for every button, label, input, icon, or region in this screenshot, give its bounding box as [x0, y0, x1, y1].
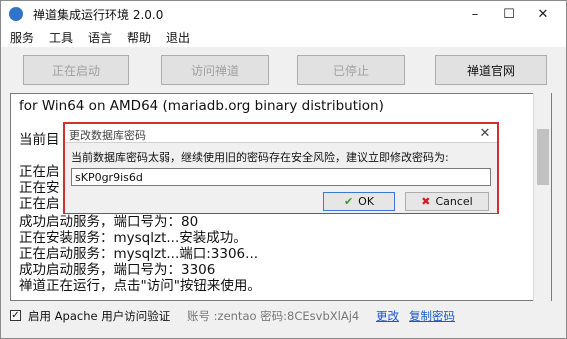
dialog-body: 当前数据库密码太弱，继续使用旧的密码存在安全风险，建议立即修改密码为: ✔ OK… — [65, 142, 497, 213]
dialog-message: 当前数据库密码太弱，继续使用旧的密码存在安全风险，建议立即修改密码为: — [71, 151, 449, 164]
ok-button[interactable]: ✔ OK — [323, 192, 395, 211]
maximize-button[interactable]: ☐ — [492, 1, 526, 27]
cancel-button[interactable]: ✖ Cancel — [405, 192, 489, 211]
app-icon — [9, 7, 23, 21]
menu-bar: 服务 工具 语言 帮助 退出 — [1, 27, 566, 47]
apache-auth-checkbox[interactable]: ✓ — [10, 310, 21, 321]
menu-help[interactable]: 帮助 — [127, 29, 151, 46]
scrollbar-thumb[interactable] — [537, 129, 549, 185]
menu-exit[interactable]: 退出 — [166, 29, 190, 46]
main-window: 禅道集成运行环境 2.0.0 – ☐ ✕ 服务 工具 语言 帮助 退出 正在启动… — [0, 0, 567, 339]
minimize-button[interactable]: – — [458, 1, 492, 27]
dialog-title: 更改数据库密码 — [69, 129, 146, 142]
official-site-button[interactable]: 禅道官网 — [435, 55, 547, 85]
log-line: for Win64 on AMD64 (mariadb.org binary d… — [19, 98, 384, 114]
ok-label: OK — [358, 195, 375, 208]
menu-language[interactable]: 语言 — [88, 29, 112, 46]
log-line: 正在启 — [19, 196, 60, 212]
title-bar: 禅道集成运行环境 2.0.0 – ☐ ✕ — [1, 1, 566, 27]
check-icon: ✔ — [343, 195, 354, 208]
stopped-button[interactable]: 已停止 — [297, 55, 405, 85]
change-password-link[interactable]: 更改 — [376, 308, 399, 324]
close-button[interactable]: ✕ — [526, 1, 560, 27]
cross-icon: ✖ — [421, 195, 431, 208]
log-line: 禅道正在运行，点击"访问"按钮来使用。 — [19, 278, 261, 294]
starting-button[interactable]: 正在启动 — [23, 55, 129, 85]
toolbar: 正在启动 访问禅道 已停止 禅道官网 — [1, 47, 566, 93]
apache-auth-label: 启用 Apache 用户访问验证 — [28, 309, 171, 323]
visit-zentao-button[interactable]: 访问禅道 — [161, 55, 269, 85]
cancel-label: Cancel — [435, 195, 473, 208]
account-info: 账号 :zentao 密码:8CEsvbXlAj4 — [187, 309, 360, 323]
menu-service[interactable]: 服务 — [10, 29, 34, 46]
dialog-close-button[interactable]: ✕ — [475, 124, 495, 142]
menu-tools[interactable]: 工具 — [49, 29, 73, 46]
new-password-input[interactable] — [71, 168, 491, 186]
log-scrollbar[interactable] — [533, 93, 551, 301]
copy-password-link[interactable]: 复制密码 — [409, 308, 455, 324]
window-title: 禅道集成运行环境 2.0.0 — [33, 8, 164, 22]
change-db-password-dialog: 更改数据库密码 ✕ 当前数据库密码太弱，继续使用旧的密码存在安全风险，建议立即修… — [63, 122, 499, 214]
log-line: 当前目 — [19, 132, 60, 148]
